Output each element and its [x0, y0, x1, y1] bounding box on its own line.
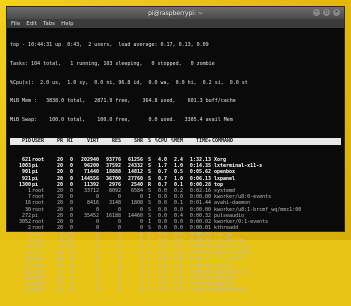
col-shr: SHR [133, 138, 143, 145]
menu-bar: File Edit Tabs Help [7, 19, 344, 28]
maximize-icon[interactable]: □ [323, 9, 330, 16]
menu-file[interactable]: File [11, 21, 20, 27]
col-cpu: %CPU [154, 138, 167, 145]
cell-shr: 0 [139, 287, 143, 294]
cell-res: 0 [117, 287, 121, 294]
window-controls: – □ × [313, 9, 340, 16]
cell-state: S [147, 287, 151, 294]
col-state: S [147, 138, 151, 145]
summary-swap: MiB Swap: 100.0 total, 100.0 free, 0.0 u… [10, 116, 233, 123]
cell-pid: 15 [24, 287, 31, 294]
summary-mem: MiB Mem : 3838.0 total, 2871.9 free, 364… [10, 98, 236, 105]
col-pr: PR [56, 138, 63, 145]
cell-mem: 0.0 [173, 287, 183, 294]
minimize-icon[interactable]: – [313, 9, 320, 16]
col-res: RES [111, 138, 121, 145]
col-mem: %MEM [170, 138, 183, 145]
cell-user: root [32, 287, 45, 294]
col-user: USER [32, 138, 45, 145]
process-table-body: 621 root 20 0 202940 93776 61256 S 4.0 2.4 1:32.13… [10, 157, 341, 293]
menu-edit[interactable]: Edit [26, 21, 37, 27]
summary-tasks: Tasks: 104 total, 1 running, 103 sleepin… [10, 61, 215, 68]
cell-command: migration/1 [214, 287, 248, 294]
cell-time: 0:00.00 [189, 287, 211, 294]
terminal-window[interactable]: pi@raspberrypi: ~ – □ × File Edit Tabs H… [7, 7, 344, 293]
background-frame: pi@raspberrypi: ~ – □ × File Edit Tabs H… [0, 0, 351, 293]
col-pid: PID [21, 138, 31, 145]
col-command: COMMAND [212, 138, 234, 145]
cell-pr: rt [56, 287, 63, 294]
menu-tabs[interactable]: Tabs [43, 21, 55, 27]
col-virt: VIRT [86, 138, 99, 145]
close-icon[interactable]: × [333, 9, 340, 16]
process-table-header: PID USER PR NI VIRT RES SHR S %CPU %MEM … [10, 138, 341, 145]
summary-cpu: %Cpu(s): 2.0 us, 1.0 sy, 0.0 ni, 96.8 id… [10, 79, 248, 86]
title-bar[interactable]: pi@raspberrypi: ~ – □ × [7, 7, 344, 19]
summary-uptime: top - 10:44:31 up 0:43, 2 users, load av… [10, 42, 209, 49]
col-ni: NI [66, 138, 73, 145]
window-title: pi@raspberrypi: ~ [148, 9, 203, 17]
cell-cpu: 0.0 [157, 287, 167, 294]
cell-ni: 0 [69, 287, 73, 294]
cell-virt: 0 [95, 287, 99, 294]
terminal-output[interactable]: top - 10:44:31 up 0:43, 2 users, load av… [7, 28, 344, 306]
col-time: TIME+ [195, 138, 211, 145]
menu-help[interactable]: Help [61, 21, 74, 27]
table-row: 15 root rt 0 0 0 0 S 0.0 0.0 0:00.00 migration/1 [10, 287, 341, 293]
